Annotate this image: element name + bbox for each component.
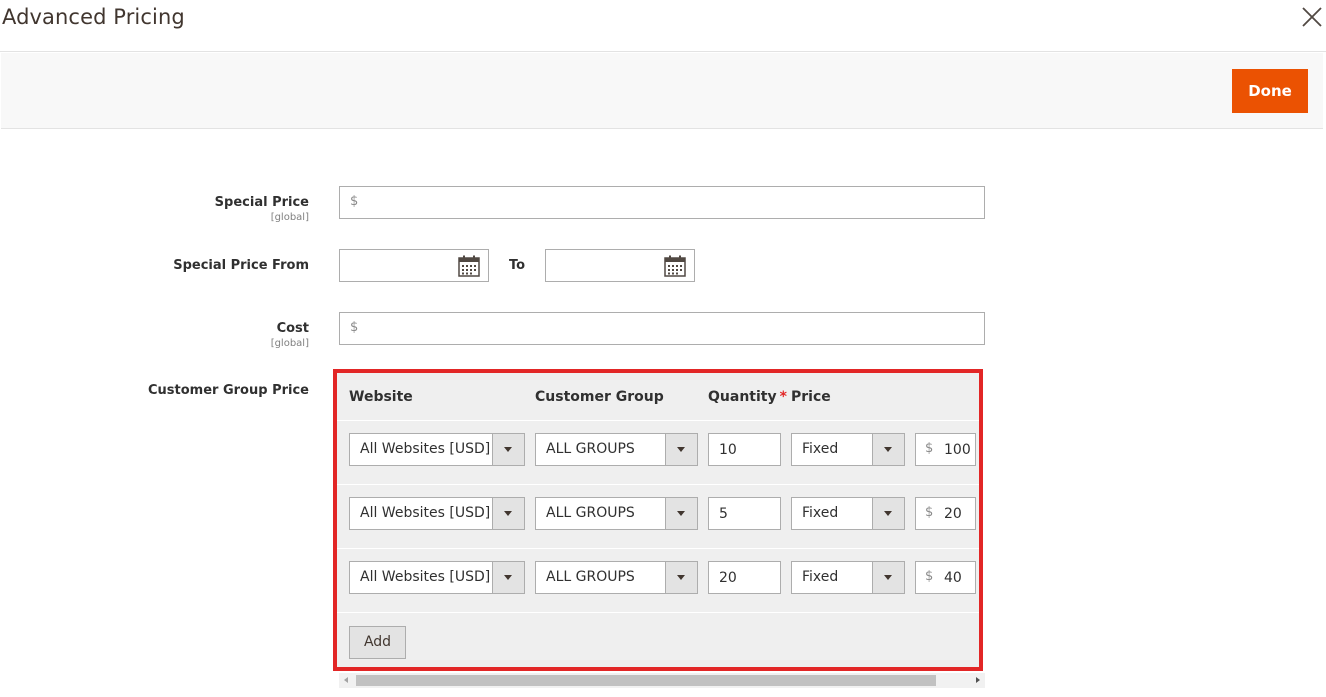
grid-header: Website Customer Group Quantity * Price xyxy=(337,373,979,421)
special-price-label: Special Price xyxy=(214,195,309,210)
customer-group-price-grid: Website Customer Group Quantity * Price A… xyxy=(333,369,983,671)
calendar-icon[interactable] xyxy=(664,255,686,277)
chevron-down-icon xyxy=(492,498,524,529)
chevron-down-icon xyxy=(665,562,697,593)
column-website: Website xyxy=(349,389,413,405)
website-select-value: All Websites [USD] xyxy=(360,569,491,585)
special-price-to-input[interactable] xyxy=(545,249,695,282)
price-currency: $ xyxy=(925,569,934,584)
scroll-left-icon[interactable] xyxy=(344,677,348,683)
special-price-from-input[interactable] xyxy=(339,249,489,282)
price-type-value: Fixed xyxy=(802,505,839,521)
required-mark: * xyxy=(779,389,787,405)
chevron-down-icon xyxy=(872,498,904,529)
customer-group-price-label: Customer Group Price xyxy=(148,383,309,398)
website-select[interactable]: All Websites [USD] xyxy=(349,561,525,594)
customer-group-select-value: ALL GROUPS xyxy=(546,441,635,457)
table-row: All Websites [USD] ALL GROUPS 5 Fixed $2… xyxy=(337,485,979,549)
cost-scope: [global] xyxy=(270,338,309,349)
cost-currency: $ xyxy=(350,320,359,335)
customer-group-select[interactable]: ALL GROUPS xyxy=(535,561,698,594)
close-icon[interactable] xyxy=(1300,5,1324,29)
column-price: Price xyxy=(791,389,831,405)
chevron-down-icon xyxy=(492,434,524,465)
scroll-right-icon[interactable] xyxy=(976,677,980,683)
calendar-icon[interactable] xyxy=(458,255,480,277)
horizontal-scrollbar[interactable] xyxy=(339,673,985,688)
price-type-select[interactable]: Fixed xyxy=(791,497,905,530)
table-row: All Websites [USD] ALL GROUPS 10 Fixed $… xyxy=(337,421,979,485)
customer-group-select-value: ALL GROUPS xyxy=(546,505,635,521)
price-type-value: Fixed xyxy=(802,441,839,457)
quantity-input[interactable]: 5 xyxy=(708,497,781,530)
customer-group-select-value: ALL GROUPS xyxy=(546,569,635,585)
quantity-value: 5 xyxy=(719,506,728,522)
special-price-input[interactable]: $ xyxy=(339,186,985,219)
quantity-value: 20 xyxy=(719,570,737,586)
chevron-down-icon xyxy=(872,562,904,593)
special-price-from-label: Special Price From xyxy=(173,258,309,273)
chevron-down-icon xyxy=(665,434,697,465)
column-quantity: Quantity * xyxy=(708,389,787,405)
price-value: 20 xyxy=(944,506,962,522)
chevron-down-icon xyxy=(665,498,697,529)
website-select-value: All Websites [USD] xyxy=(360,441,491,457)
customer-group-price-label-group: Customer Group Price xyxy=(0,383,309,403)
price-type-value: Fixed xyxy=(802,569,839,585)
price-type-select[interactable]: Fixed xyxy=(791,561,905,594)
website-select[interactable]: All Websites [USD] xyxy=(349,497,525,530)
price-currency: $ xyxy=(925,505,934,520)
done-button[interactable]: Done xyxy=(1232,69,1308,113)
column-quantity-label: Quantity xyxy=(708,389,777,405)
special-price-label-group: Special Price [global] xyxy=(0,194,309,228)
quantity-value: 10 xyxy=(719,442,737,458)
website-select-value: All Websites [USD] xyxy=(360,505,491,521)
special-price-scope: [global] xyxy=(270,212,309,223)
cost-label: Cost xyxy=(276,321,309,336)
price-value: 40 xyxy=(944,570,962,586)
quantity-input[interactable]: 20 xyxy=(708,561,781,594)
price-input[interactable]: $40 xyxy=(915,561,976,594)
price-type-select[interactable]: Fixed xyxy=(791,433,905,466)
customer-group-select[interactable]: ALL GROUPS xyxy=(535,497,698,530)
price-currency: $ xyxy=(925,441,934,456)
price-input[interactable]: $20 xyxy=(915,497,976,530)
chevron-down-icon xyxy=(492,562,524,593)
date-to-label: To xyxy=(509,258,526,273)
cost-label-group: Cost [global] xyxy=(0,320,309,354)
price-input[interactable]: $100 xyxy=(915,433,976,466)
modal-header: Advanced Pricing xyxy=(0,0,1326,52)
column-customer-group: Customer Group xyxy=(535,389,664,405)
customer-group-select[interactable]: ALL GROUPS xyxy=(535,433,698,466)
cost-input[interactable]: $ xyxy=(339,312,985,345)
modal-toolbar xyxy=(1,53,1323,129)
special-price-currency: $ xyxy=(350,194,359,209)
add-tier-price-button[interactable]: Add xyxy=(349,626,406,659)
quantity-input[interactable]: 10 xyxy=(708,433,781,466)
website-select[interactable]: All Websites [USD] xyxy=(349,433,525,466)
price-value: 100 xyxy=(944,442,971,458)
special-price-from-label-group: Special Price From xyxy=(0,258,309,278)
chevron-down-icon xyxy=(872,434,904,465)
scrollbar-thumb[interactable] xyxy=(356,675,936,686)
table-row: All Websites [USD] ALL GROUPS 20 Fixed $… xyxy=(337,549,979,613)
modal-title: Advanced Pricing xyxy=(2,5,185,29)
